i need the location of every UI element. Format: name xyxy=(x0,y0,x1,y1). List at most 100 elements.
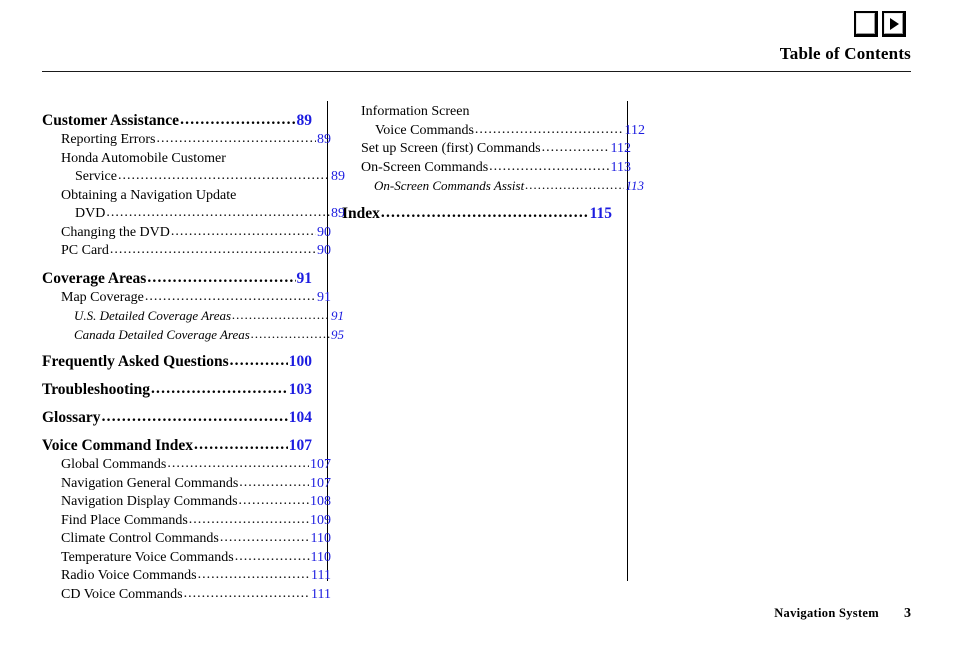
toc-entry-level-1[interactable]: Coverage Areas..........................… xyxy=(42,268,312,289)
toc-entry-label: Index xyxy=(342,204,380,222)
toc-entry-label: Voice Commands xyxy=(375,122,474,138)
toc-entry-label: Frequently Asked Questions xyxy=(42,353,229,370)
page-footer: Navigation System 3 xyxy=(774,606,911,622)
toc-page-number: 108 xyxy=(310,494,331,509)
footer-label: Navigation System xyxy=(774,606,879,620)
toc-entry-label: On-Screen Commands Assist xyxy=(374,178,525,193)
blank-button[interactable] xyxy=(854,11,878,37)
toc-page-number: 109 xyxy=(310,512,331,528)
dot-leader: ........................................… xyxy=(250,325,330,341)
dot-leader: ........................................… xyxy=(232,307,330,322)
dot-leader: ........................................… xyxy=(194,436,288,453)
toc-entry-level-2[interactable]: PC Card.................................… xyxy=(42,242,331,261)
toc-entry-label: DVD xyxy=(75,206,106,221)
toc-page-number: 91 xyxy=(296,269,313,287)
toc-entry-level-1[interactable]: Troubleshooting.........................… xyxy=(42,379,312,400)
toc-page-number: 107 xyxy=(288,437,312,454)
toc-entry-level-2[interactable]: Voice Commands..........................… xyxy=(342,122,645,141)
toc-entry-level-2[interactable]: Global Commands.........................… xyxy=(42,456,331,475)
toc-page-number: 112 xyxy=(624,122,645,138)
toc-entry-level-1[interactable]: Glossary................................… xyxy=(42,407,312,428)
toc-page-number: 104 xyxy=(288,409,312,426)
toc-entry-label: Radio Voice Commands xyxy=(61,568,197,583)
toc-entry-level-2[interactable]: Changing the DVD........................… xyxy=(42,224,331,243)
play-triangle-icon xyxy=(890,17,899,30)
toc-entry-level-3[interactable]: On-Screen Commands Assist...............… xyxy=(342,177,644,196)
toc-entry-level-1[interactable]: Frequently Asked Questions..............… xyxy=(42,351,312,372)
toc-entry-level-1[interactable]: Voice Command Index.....................… xyxy=(42,435,312,456)
toc-entry-label: Climate Control Commands xyxy=(61,531,219,546)
toc-entry-level-2[interactable]: Climate Control Commands................… xyxy=(42,530,331,549)
toc-entry-label: Navigation General Commands xyxy=(61,475,239,491)
dot-leader: ........................................… xyxy=(106,205,330,220)
dot-leader: ........................................… xyxy=(170,223,316,239)
toc-entry-level-2[interactable]: On-Screen Commands......................… xyxy=(342,159,631,178)
toc-page-number: 90 xyxy=(317,243,331,258)
dot-leader: ........................................… xyxy=(167,456,309,471)
toc-page-number: 91 xyxy=(317,289,331,305)
dot-leader: ........................................… xyxy=(197,567,311,582)
toc-page-number: 113 xyxy=(610,159,631,175)
nav-button-group xyxy=(854,11,906,37)
dot-leader: ........................................… xyxy=(239,474,309,490)
dot-leader: ........................................… xyxy=(474,121,624,137)
toc-entry-level-2[interactable]: Navigation General Commands.............… xyxy=(42,475,331,494)
toc-page-number: 95 xyxy=(331,326,344,342)
toc-entry-level-2[interactable]: Service.................................… xyxy=(42,168,345,187)
toc-entry-level-2[interactable]: Find Place Commands.....................… xyxy=(42,512,331,531)
toc-column-left: Customer Assistance.....................… xyxy=(42,103,345,604)
toc-page-number: 111 xyxy=(311,586,331,602)
toc-page-number: 112 xyxy=(610,141,631,156)
toc-entry-label: Changing the DVD xyxy=(61,224,170,240)
toc-entry-label: Temperature Voice Commands xyxy=(61,549,234,565)
toc-entry-level-3[interactable]: U.S. Detailed Coverage Areas............… xyxy=(42,307,344,326)
toc-page-number: 115 xyxy=(589,204,612,222)
toc-entry-label: Map Coverage xyxy=(61,289,144,305)
dot-leader: ........................................… xyxy=(117,168,330,183)
toc-page-number: 110 xyxy=(310,531,331,546)
dot-leader: ........................................… xyxy=(101,408,288,425)
dot-leader: ........................................… xyxy=(525,177,624,192)
toc-entry-level-2[interactable]: Navigation Display Commands.............… xyxy=(42,493,331,512)
toc-entry-label: Troubleshooting xyxy=(42,381,150,398)
dot-leader: ........................................… xyxy=(144,288,316,304)
table-of-contents: Customer Assistance.....................… xyxy=(42,101,912,602)
dot-leader: ........................................… xyxy=(219,530,310,545)
dot-leader: ........................................… xyxy=(156,131,316,146)
toc-entry-level-1[interactable]: Customer Assistance.....................… xyxy=(42,110,312,131)
toc-entry-wrap[interactable]: Information Screen xyxy=(342,103,612,122)
dot-leader: ........................................… xyxy=(183,585,310,601)
toc-entry-level-2[interactable]: Temperature Voice Commands..............… xyxy=(42,549,331,568)
toc-entry-label: U.S. Detailed Coverage Areas xyxy=(74,308,232,323)
next-button[interactable] xyxy=(882,11,906,37)
toc-entry-wrap[interactable]: Honda Automobile Customer xyxy=(42,150,312,169)
toc-entry-level-2[interactable]: CD Voice Commands.......................… xyxy=(42,586,331,605)
toc-entry-label: Canada Detailed Coverage Areas xyxy=(74,326,250,342)
dot-leader: ........................................… xyxy=(238,493,309,508)
footer-page-number: 3 xyxy=(904,606,911,621)
toc-entry-level-1[interactable]: Index...................................… xyxy=(342,203,612,224)
toc-entry-label: Customer Assistance xyxy=(42,112,180,129)
toc-entry-level-2[interactable]: Set up Screen (first) Commands..........… xyxy=(342,140,631,159)
toc-page-number: 89 xyxy=(317,132,331,147)
dot-leader: ........................................… xyxy=(150,380,288,397)
toc-page-number: 107 xyxy=(310,457,331,472)
toc-entry-label: On-Screen Commands xyxy=(361,159,489,175)
toc-entry-level-2[interactable]: Map Coverage............................… xyxy=(42,289,331,308)
toc-entry-label: Service xyxy=(75,169,117,184)
dot-leader: ........................................… xyxy=(489,158,610,174)
dot-leader: ........................................… xyxy=(541,140,610,155)
toc-entry-level-2[interactable]: Radio Voice Commands....................… xyxy=(42,567,331,586)
dot-leader: ........................................… xyxy=(229,352,288,369)
toc-entry-level-3[interactable]: Canada Detailed Coverage Areas..........… xyxy=(42,326,344,345)
toc-page-number: 107 xyxy=(310,475,331,491)
toc-entry-level-2[interactable]: DVD.....................................… xyxy=(42,205,345,224)
toc-page-number: 91 xyxy=(331,308,344,323)
toc-page-number: 111 xyxy=(311,568,331,583)
toc-entry-label: Coverage Areas xyxy=(42,269,147,287)
toc-entry-wrap[interactable]: Obtaining a Navigation Update xyxy=(42,187,312,206)
toc-entry-label: CD Voice Commands xyxy=(61,586,183,602)
toc-entry-label: Global Commands xyxy=(61,457,167,472)
toc-entry-level-2[interactable]: Reporting Errors........................… xyxy=(42,131,331,150)
toc-page-number: 103 xyxy=(288,381,312,398)
